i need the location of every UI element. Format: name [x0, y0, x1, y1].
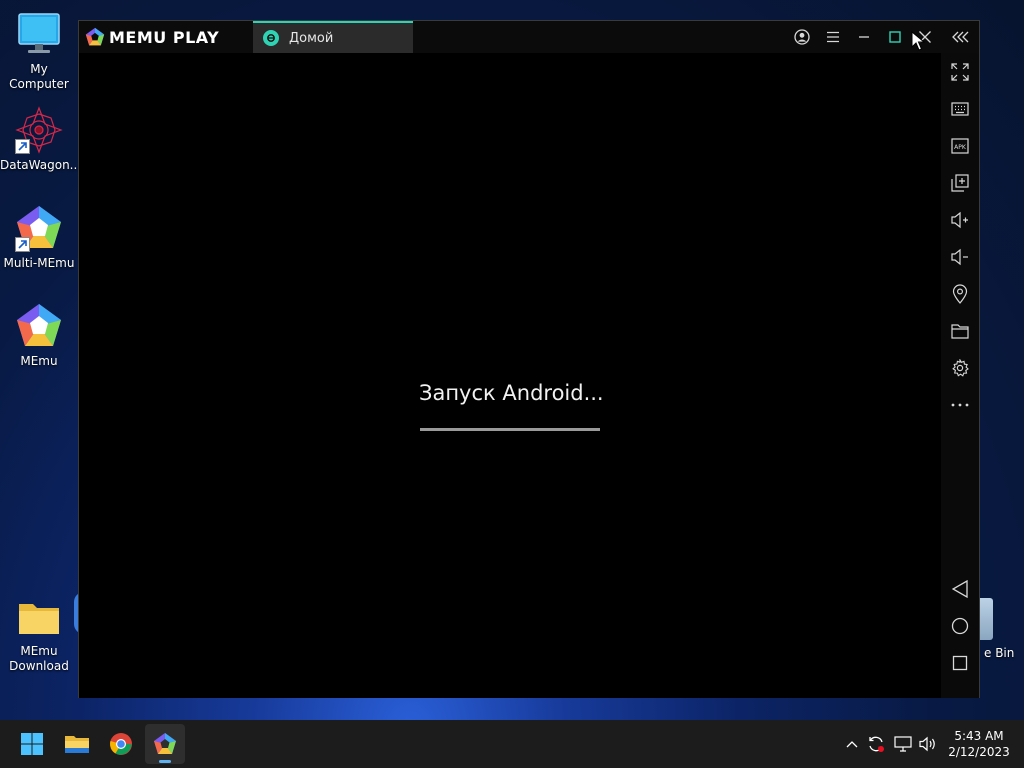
volume-up-icon — [951, 211, 968, 229]
show-hidden-icons-icon — [846, 741, 858, 748]
desktop-icon-label: My Computer — [9, 62, 69, 91]
taskbar: 5:43 AM 2/12/2023 — [0, 720, 1024, 768]
collapse-sidebar-icon — [952, 31, 969, 43]
menu-button[interactable] — [823, 27, 843, 47]
maximize-icon — [889, 31, 901, 43]
brand-logo: MEMU PLAY — [85, 27, 219, 47]
multi-window-icon — [951, 174, 969, 192]
file-explorer-button[interactable] — [57, 724, 97, 764]
account-icon — [794, 29, 810, 45]
show-hidden-icons-button[interactable] — [842, 734, 862, 754]
recycle-bin-label: e Bin — [984, 646, 1015, 660]
keyboard-mapping-icon — [951, 102, 969, 116]
minimize-button[interactable] — [854, 27, 874, 47]
mouse-cursor-icon — [911, 31, 925, 51]
android-home-button[interactable] — [950, 616, 970, 636]
memu-window: MEMU PLAY Домой Запуск Android... APK — [78, 20, 980, 698]
desktop-icon-datawagon[interactable]: DataWagon... — [0, 106, 82, 173]
location-icon — [952, 284, 968, 304]
monitor-icon — [15, 10, 63, 58]
account-button[interactable] — [792, 27, 812, 47]
active-app-indicator — [159, 760, 171, 763]
shortcut-arrow-icon — [15, 237, 30, 252]
svg-text:APK: APK — [954, 144, 967, 151]
windows-start-icon — [21, 733, 43, 755]
tab-home[interactable]: Домой — [253, 21, 413, 53]
clock-time: 5:43 AM — [954, 729, 1004, 743]
chrome-icon — [110, 733, 132, 755]
apk-install-button[interactable]: APK — [950, 136, 970, 156]
taskbar-clock[interactable]: 5:43 AM 2/12/2023 — [942, 728, 1016, 760]
volume-up-button[interactable] — [950, 210, 970, 230]
start-button[interactable] — [12, 724, 52, 764]
keyboard-mapping-button[interactable] — [950, 99, 970, 119]
memu-icon — [15, 302, 63, 350]
tool-sidebar: APK — [941, 53, 979, 698]
sync-icon — [869, 736, 884, 752]
shortcut-arrow-icon — [15, 139, 30, 154]
android-recents-button[interactable] — [950, 653, 970, 673]
android-screen[interactable]: Запуск Android... — [79, 53, 941, 698]
title-bar[interactable]: MEMU PLAY Домой — [79, 21, 979, 53]
desktop-icon-label: MEmu Download — [9, 644, 69, 673]
boot-progress-fill — [420, 428, 600, 431]
clock-date: 2/12/2023 — [948, 745, 1010, 759]
file-explorer-icon — [65, 736, 89, 753]
more-button[interactable] — [950, 395, 970, 415]
fullscreen-icon — [951, 63, 969, 81]
boot-progress-bar — [420, 428, 600, 431]
settings-icon — [952, 359, 969, 377]
sync-status-button[interactable] — [866, 734, 886, 754]
memu-taskbar-button[interactable] — [145, 724, 185, 764]
home-icon — [951, 617, 969, 635]
chrome-button[interactable] — [101, 724, 141, 764]
desktop-icon-label: Multi-MEmu — [3, 256, 75, 270]
volume-down-icon — [951, 248, 968, 266]
memu-logo-icon — [85, 27, 105, 46]
fullscreen-button[interactable] — [950, 62, 970, 82]
location-button[interactable] — [950, 284, 970, 304]
memu-taskbar-icon — [154, 733, 176, 754]
desktop-icon-memu-download[interactable]: MEmu Download — [0, 598, 78, 674]
multi-memu-icon — [15, 204, 63, 252]
desktop-icon-multi-memu[interactable]: Multi-MEmu — [0, 204, 78, 271]
desktop-icon-memu[interactable]: MEmu — [0, 302, 78, 369]
volume-icon — [919, 736, 935, 752]
home-tab-icon — [263, 30, 279, 46]
volume-button[interactable] — [918, 734, 938, 754]
brand-text: MEMU PLAY — [109, 27, 220, 47]
boot-status-text: Запуск Android... — [419, 381, 604, 405]
volume-down-button[interactable] — [950, 247, 970, 267]
shared-folder-button[interactable] — [950, 321, 970, 341]
shared-folder-icon — [951, 324, 969, 339]
datawagon-icon — [15, 106, 63, 154]
collapse-sidebar-button[interactable] — [951, 27, 971, 47]
recents-icon — [952, 655, 968, 671]
maximize-button[interactable] — [885, 27, 905, 47]
minimize-icon — [859, 36, 869, 38]
settings-button[interactable] — [950, 358, 970, 378]
folder-icon — [15, 598, 63, 640]
desktop-icon-label: MEmu — [20, 354, 58, 368]
more-icon — [951, 403, 969, 407]
apk-install-icon: APK — [951, 138, 969, 154]
network-button[interactable] — [893, 734, 913, 754]
android-back-button[interactable] — [950, 579, 970, 599]
tab-label: Домой — [289, 30, 334, 46]
back-icon — [952, 580, 968, 598]
desktop-icon-my-computer[interactable]: My Computer — [0, 10, 78, 92]
menu-icon — [827, 31, 839, 43]
desktop-icon-label: DataWagon... — [0, 158, 82, 172]
network-icon — [894, 736, 912, 752]
multi-window-button[interactable] — [950, 173, 970, 193]
